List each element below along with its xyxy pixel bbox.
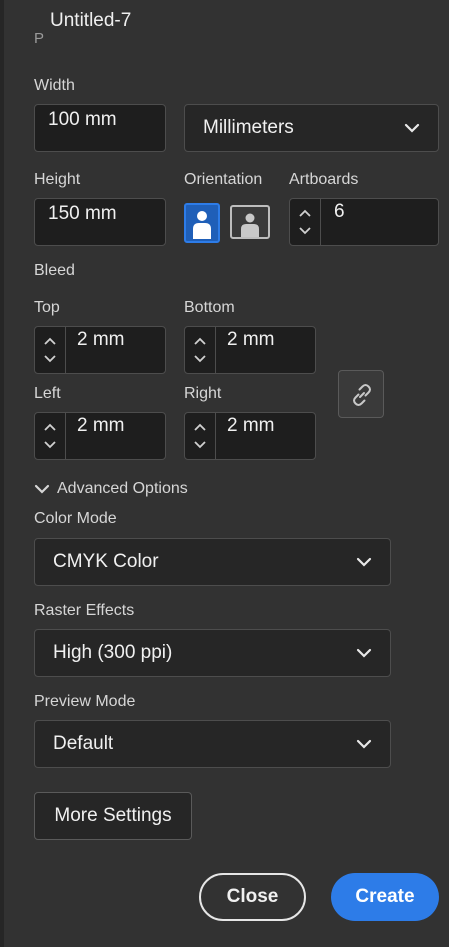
document-name-field[interactable]: Untitled-7 [44, 10, 138, 34]
bleed-right-value: 2 mm [227, 415, 275, 436]
bleed-left-stepper[interactable]: 2 mm [34, 412, 166, 460]
chevron-up-icon[interactable] [298, 208, 312, 218]
bleed-left-value: 2 mm [77, 415, 125, 436]
preview-mode-value: Default [53, 733, 114, 754]
orientation-label: Orientation [184, 171, 263, 188]
more-settings-button[interactable]: More Settings [34, 792, 192, 840]
chevron-down-icon[interactable] [193, 440, 207, 450]
panel-left-edge [0, 0, 4, 947]
bleed-top-arrows[interactable] [35, 327, 66, 373]
width-input[interactable]: 100 mm [34, 104, 166, 152]
link-bleed-button[interactable] [338, 370, 384, 418]
chevron-down-icon[interactable] [43, 440, 57, 450]
raster-effects-label: Raster Effects [34, 602, 135, 619]
orientation-portrait-button[interactable] [184, 203, 220, 243]
bleed-right-arrows[interactable] [185, 413, 216, 459]
advanced-options-label: Advanced Options [57, 480, 188, 497]
artboards-label: Artboards [289, 171, 359, 188]
height-value: 150 mm [48, 203, 117, 224]
units-dropdown[interactable]: Millimeters [184, 104, 439, 152]
bleed-top-label: Top [34, 299, 60, 316]
bleed-top-value: 2 mm [77, 329, 125, 350]
bleed-top-stepper[interactable]: 2 mm [34, 326, 166, 374]
chevron-up-icon[interactable] [193, 422, 207, 432]
bleed-right-stepper[interactable]: 2 mm [184, 412, 316, 460]
bleed-label: Bleed [34, 262, 75, 279]
link-icon [353, 384, 371, 406]
create-button[interactable]: Create [331, 873, 439, 921]
orientation-landscape-button[interactable] [230, 205, 270, 239]
width-label: Width [34, 77, 75, 94]
artboards-stepper-arrows[interactable] [290, 199, 321, 245]
units-selected-value: Millimeters [203, 117, 294, 138]
chevron-up-icon[interactable] [43, 422, 57, 432]
chevron-up-icon[interactable] [193, 336, 207, 346]
artboards-stepper[interactable]: 6 [289, 198, 439, 246]
chevron-up-icon[interactable] [43, 336, 57, 346]
portrait-person-icon [193, 211, 211, 239]
chevron-down-icon[interactable] [43, 354, 57, 364]
bleed-left-arrows[interactable] [35, 413, 66, 459]
preview-mode-label: Preview Mode [34, 693, 136, 710]
height-label: Height [34, 171, 81, 188]
chevron-down-icon [356, 557, 372, 567]
color-mode-value: CMYK Color [53, 551, 159, 572]
chevron-down-icon [356, 739, 372, 749]
raster-effects-value: High (300 ppi) [53, 642, 173, 663]
raster-effects-dropdown[interactable]: High (300 ppi) [34, 629, 391, 677]
chevron-down-icon[interactable] [298, 226, 312, 236]
bleed-bottom-value: 2 mm [227, 329, 275, 350]
chevron-down-icon [356, 648, 372, 658]
bleed-bottom-arrows[interactable] [185, 327, 216, 373]
color-mode-label: Color Mode [34, 510, 117, 527]
color-mode-dropdown[interactable]: CMYK Color [34, 538, 391, 586]
chevron-down-icon[interactable] [193, 354, 207, 364]
width-value: 100 mm [48, 109, 117, 130]
advanced-options-toggle[interactable]: Advanced Options [34, 478, 188, 500]
preview-mode-dropdown[interactable]: Default [34, 720, 391, 768]
bleed-bottom-stepper[interactable]: 2 mm [184, 326, 316, 374]
height-input[interactable]: 150 mm [34, 198, 166, 246]
preset-label-partial: P [34, 30, 45, 47]
bleed-right-label: Right [184, 385, 222, 402]
bleed-left-label: Left [34, 385, 61, 402]
bleed-bottom-label: Bottom [184, 299, 235, 316]
landscape-person-icon [241, 213, 259, 237]
chevron-down-icon [34, 484, 50, 494]
close-button[interactable]: Close [199, 873, 306, 921]
artboards-value: 6 [334, 201, 345, 222]
chevron-down-icon [404, 123, 420, 133]
